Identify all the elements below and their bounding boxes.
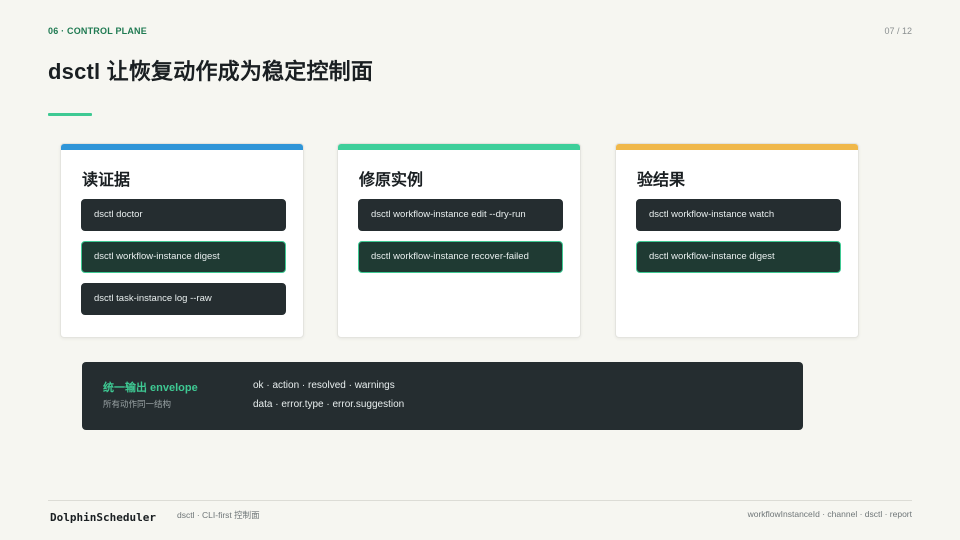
- card-read-evidence: 读证据 dsctl doctor dsctl workflow-instance…: [60, 143, 304, 338]
- card-color-bar: [616, 144, 858, 150]
- card-title: 修原实例: [359, 172, 424, 189]
- card-fix-instance: 修原实例 dsctl workflow-instance edit --dry-…: [337, 143, 581, 338]
- envelope-fields-line-1: ok · action · resolved · warnings: [253, 380, 395, 391]
- page-number: 07 / 12: [884, 26, 912, 36]
- card-color-bar: [61, 144, 303, 150]
- envelope-subtitle: 所有动作同一结构: [103, 399, 172, 409]
- footer-note: dsctl · CLI-first 控制面: [177, 510, 260, 520]
- card-title: 验结果: [637, 172, 686, 189]
- command-chip: dsctl workflow-instance edit --dry-run: [358, 199, 563, 231]
- card-verify-result: 验结果 dsctl workflow-instance watch dsctl …: [615, 143, 859, 338]
- command-chip: dsctl doctor: [81, 199, 286, 231]
- command-chip: dsctl workflow-instance watch: [636, 199, 841, 231]
- command-chip: dsctl task-instance log --raw: [81, 283, 286, 315]
- command-chip-highlighted: dsctl workflow-instance digest: [636, 241, 841, 273]
- command-chip-highlighted: dsctl workflow-instance recover-failed: [358, 241, 563, 273]
- card-title: 读证据: [82, 172, 131, 189]
- title-accent-line: [48, 113, 92, 116]
- footer-divider: [48, 500, 912, 501]
- brand-logo: DolphinScheduler: [50, 511, 156, 524]
- envelope-panel: 统一输出 envelope 所有动作同一结构 ok · action · res…: [82, 362, 803, 430]
- page-title: dsctl 让恢复动作成为稳定控制面: [48, 59, 374, 84]
- command-chip-highlighted: dsctl workflow-instance digest: [81, 241, 286, 273]
- footer-tags: workflowInstanceId · channel · dsctl · r…: [747, 509, 912, 519]
- card-color-bar: [338, 144, 580, 150]
- section-tag: 06 · CONTROL PLANE: [48, 26, 147, 36]
- envelope-title: 统一输出 envelope: [103, 382, 198, 394]
- envelope-fields-line-2: data · error.type · error.suggestion: [253, 399, 405, 410]
